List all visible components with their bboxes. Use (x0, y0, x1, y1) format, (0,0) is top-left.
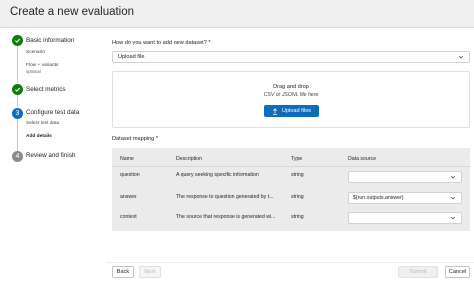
substep-select-test-data[interactable]: Select test data (26, 121, 59, 126)
row-question-name: question (120, 172, 140, 178)
row-context-description: The source that response is generated wi… (176, 214, 276, 220)
column-header-type: Type (291, 156, 303, 162)
column-header-name: Name (120, 156, 134, 162)
step-1-checkmark-icon (12, 35, 23, 46)
chevron-down-icon (458, 55, 464, 59)
answer-data-source-value: ${run.outputs.answer} (353, 195, 404, 201)
dataset-method-dropdown[interactable]: Upload file (112, 51, 470, 63)
dropzone-title: Drag and drop (273, 84, 309, 90)
chevron-down-icon (450, 196, 456, 200)
footer-divider (106, 262, 474, 263)
row-context-name: context (120, 214, 137, 220)
row-answer-description: The response to question generated by t.… (176, 194, 274, 200)
answer-data-source-dropdown[interactable]: ${run.outputs.answer} (348, 192, 462, 204)
upload-files-button[interactable]: Upload files (264, 105, 319, 117)
file-dropzone[interactable]: Drag and drop CSV or JSONL file here Upl… (112, 71, 470, 128)
step-basic-information[interactable]: Basic information (26, 37, 74, 44)
substep-add-details[interactable]: Add details (26, 134, 52, 139)
row-question-description: A query seeking specific information (176, 172, 259, 178)
dataset-method-label: How do you want to add new dataset? * (112, 40, 211, 46)
row-question-type: string (291, 172, 304, 178)
row-divider (112, 166, 470, 167)
chevron-down-icon (450, 175, 456, 179)
dialog-title: Create a new evaluation (10, 6, 135, 18)
substep-optional-note: optional (26, 69, 41, 74)
substep-scenario[interactable]: Scenario (26, 50, 45, 55)
row-answer-type: string (291, 194, 304, 200)
wizard-stepper: Basic information Scenario Flow + varian… (0, 28, 106, 286)
dataset-method-value: Upload file (118, 54, 145, 60)
step-2-checkmark-icon (12, 84, 23, 95)
step-connector (17, 44, 18, 83)
substep-flow-variants[interactable]: Flow + variants (26, 63, 58, 68)
dialog-header: Create a new evaluation (0, 0, 474, 28)
dataset-mapping-table: Name Description Type Data source questi… (112, 148, 470, 231)
step-4-number: 4 (12, 151, 23, 162)
step-configure-test-data[interactable]: Configure test data (26, 109, 79, 116)
column-header-data-source: Data source (348, 156, 376, 162)
cancel-button[interactable]: Cancel (445, 266, 470, 278)
step-connector (17, 94, 18, 107)
row-context-type: string (291, 214, 304, 220)
upload-icon (272, 107, 277, 115)
upload-files-label: Upload files (281, 108, 312, 114)
step-connector (17, 118, 18, 152)
submit-button[interactable]: Submit (398, 266, 438, 278)
step-3-number: 3 (12, 108, 23, 119)
question-data-source-dropdown[interactable] (348, 171, 462, 183)
dataset-mapping-label: Dataset mapping * (112, 136, 159, 142)
context-data-source-dropdown[interactable] (348, 212, 462, 224)
step-select-metrics[interactable]: Select metrics (26, 86, 66, 93)
chevron-down-icon (450, 216, 456, 220)
next-button[interactable]: Next (139, 266, 161, 278)
step-review-and-finish[interactable]: Review and finish (26, 152, 75, 159)
column-header-description: Description (176, 156, 202, 162)
dropzone-note: CSV or JSONL file here (263, 92, 319, 98)
back-button[interactable]: Back (112, 266, 134, 278)
row-answer-name: answer (120, 194, 137, 200)
